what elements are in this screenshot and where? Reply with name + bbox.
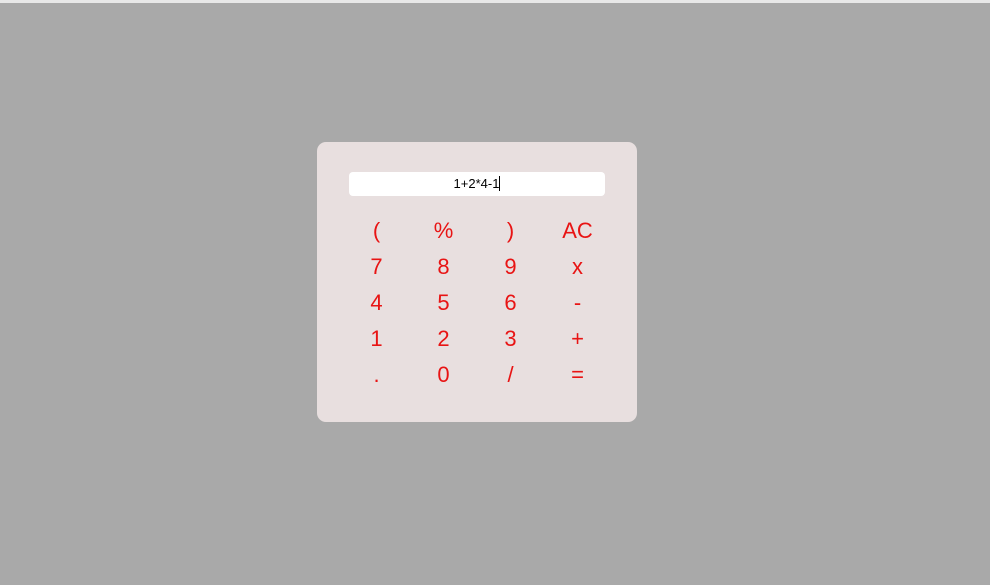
digit-7-button[interactable]: 7	[343, 249, 410, 285]
digit-2-button[interactable]: 2	[410, 321, 477, 357]
divide-button[interactable]: /	[477, 357, 544, 393]
digit-9-button[interactable]: 9	[477, 249, 544, 285]
digit-4-button[interactable]: 4	[343, 285, 410, 321]
digit-1-button[interactable]: 1	[343, 321, 410, 357]
add-button[interactable]: +	[544, 321, 611, 357]
keypad: (%) AC 7 8 9 x 4 5 6- 1 2 3 +. 0/=	[343, 213, 611, 393]
subtract-button[interactable]: -	[544, 285, 611, 321]
digit-3-button[interactable]: 3	[477, 321, 544, 357]
digit-6-button[interactable]: 6	[477, 285, 544, 321]
digit-8-button[interactable]: 8	[410, 249, 477, 285]
calculator: 1+2*4-1 (%) AC 7 8 9 x 4 5 6- 1 2 3 +. 0/=	[317, 142, 637, 422]
clear-button[interactable]: AC	[544, 213, 611, 249]
equals-button[interactable]: =	[544, 357, 611, 393]
open-paren-button[interactable]: (	[343, 213, 410, 249]
digit-0-button[interactable]: 0	[410, 357, 477, 393]
digit-5-button[interactable]: 5	[410, 285, 477, 321]
decimal-button[interactable]: .	[343, 357, 410, 393]
text-caret	[499, 176, 501, 191]
expression-display[interactable]: 1+2*4-1	[349, 172, 605, 196]
expression-text: 1+2*4-1	[453, 176, 500, 191]
multiply-button[interactable]: x	[544, 249, 611, 285]
percent-button[interactable]: %	[410, 213, 477, 249]
close-paren-button[interactable]: )	[477, 213, 544, 249]
